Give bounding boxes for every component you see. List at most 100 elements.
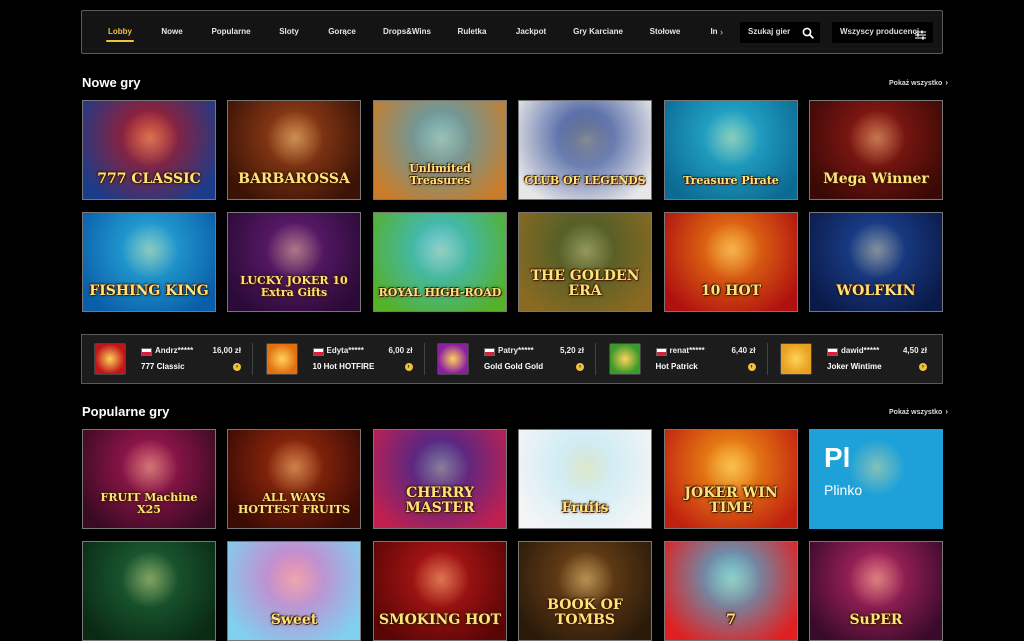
game-art xyxy=(265,223,325,278)
game-art xyxy=(556,440,616,495)
game-tile[interactable]: SMOKING HOT xyxy=(373,541,507,641)
nav-tabs: Lobby Nowe Popularne Sloty Gorące Drops&… xyxy=(82,11,732,53)
game-tile[interactable]: 10 HOT xyxy=(664,212,798,312)
game-art xyxy=(702,223,762,278)
game-name: ROYAL HIGH-ROAD xyxy=(378,286,502,299)
show-all-label: Pokaż wszystko xyxy=(889,80,943,87)
game-tile[interactable] xyxy=(82,541,216,641)
tab-more-truncated[interactable]: In xyxy=(710,11,717,53)
poland-flag-icon xyxy=(655,348,667,356)
win-item[interactable]: Patry***** 5,20 zł Gold Gold Gold › xyxy=(425,335,596,383)
filter-sliders-icon xyxy=(915,27,926,45)
game-name: WOLFKIN xyxy=(836,283,916,299)
game-tile[interactable]: FISHING KING xyxy=(82,212,216,312)
game-tile[interactable]: FRUIT Machine X25 xyxy=(82,429,216,529)
game-tile[interactable]: CLUB OF LEGENDS xyxy=(518,100,652,200)
winner-username: Edyta***** xyxy=(326,346,364,355)
game-art xyxy=(411,223,471,278)
search-placeholder: Szukaj gier xyxy=(748,27,791,36)
game-tile[interactable]: SuPER xyxy=(809,541,943,641)
game-tile[interactable]: JOKER WIN TIME xyxy=(664,429,798,529)
win-game-name: Joker Wintime xyxy=(827,362,882,371)
game-art xyxy=(847,111,907,166)
game-name: JOKER WIN TIME xyxy=(684,485,778,516)
tab-sloty[interactable]: Sloty xyxy=(279,11,299,53)
top-nav: Lobby Nowe Popularne Sloty Gorące Drops&… xyxy=(81,10,943,54)
game-tile[interactable]: BARBAROSSA xyxy=(227,100,361,200)
chevron-right-icon[interactable]: › xyxy=(919,363,927,371)
tab-stolowe[interactable]: Stołowe xyxy=(650,11,681,53)
tab-gorace[interactable]: Gorące xyxy=(328,11,356,53)
game-tile[interactable]: Unlimited Treasures xyxy=(373,100,507,200)
poland-flag-icon xyxy=(827,348,838,356)
chevron-right-icon: › xyxy=(945,407,948,416)
win-item[interactable]: Edyta***** 6,00 zł 10 Hot HOTFIRE › xyxy=(254,335,425,383)
win-item[interactable]: Andrz***** 16,00 zł 777 Classic › xyxy=(82,335,253,383)
game-logo-text: Pl xyxy=(824,442,851,473)
game-art xyxy=(265,440,325,495)
win-item[interactable]: renat***** 6,40 zł Hot Patrick › xyxy=(597,335,768,383)
game-tile[interactable]: Treasure Pirate xyxy=(664,100,798,200)
tab-popularne[interactable]: Popularne xyxy=(211,11,250,53)
game-name: BOOK OF TOMBS xyxy=(547,597,623,628)
win-amount: 6,40 zł xyxy=(731,346,756,355)
search-input[interactable]: Szukaj gier xyxy=(740,22,820,43)
game-tile[interactable]: ALL WAYS HOTTEST FRUITS xyxy=(227,429,361,529)
show-all-label: Pokaż wszystko xyxy=(889,409,943,416)
game-tile[interactable]: THE GOLDEN ERA xyxy=(518,212,652,312)
poland-flag-icon xyxy=(141,348,152,356)
new-games-show-all-link[interactable]: Pokaż wszystko › xyxy=(889,78,948,87)
win-amount: 4,50 zł xyxy=(902,346,927,355)
game-name: Plinko xyxy=(824,482,863,498)
game-tile[interactable]: Sweet xyxy=(227,541,361,641)
popular-games-show-all-link[interactable]: Pokaż wszystko › xyxy=(889,407,948,416)
game-tile[interactable]: Fruits xyxy=(518,429,652,529)
win-item[interactable]: dawid***** 4,50 zł Joker Wintime › xyxy=(768,335,939,383)
game-art xyxy=(265,552,325,607)
game-name: THE GOLDEN ERA xyxy=(530,268,640,299)
tab-nowe[interactable]: Nowe xyxy=(161,11,182,53)
game-tile[interactable]: LUCKY JOKER 10 Extra Gifts xyxy=(227,212,361,312)
game-tile[interactable]: Mega Winner xyxy=(809,100,943,200)
game-thumbnail xyxy=(94,343,126,375)
game-name: Treasure Pirate xyxy=(683,174,779,187)
game-art xyxy=(702,552,762,607)
poland-flag-icon xyxy=(484,348,495,356)
tab-lobby[interactable]: Lobby xyxy=(106,11,134,53)
providers-label: Wszyscy producenci xyxy=(840,27,920,36)
win-game-name: 777 Classic xyxy=(141,362,185,371)
game-art xyxy=(120,223,180,278)
chevron-right-icon[interactable]: › xyxy=(404,363,413,371)
game-tile[interactable]: BOOK OF TOMBS xyxy=(518,541,652,641)
game-tile[interactable]: WOLFKIN xyxy=(809,212,943,312)
game-art xyxy=(556,111,616,166)
search-icon[interactable] xyxy=(802,26,814,44)
chevron-right-icon[interactable]: › xyxy=(720,11,723,53)
game-thumbnail xyxy=(780,343,812,375)
game-name: BARBAROSSA xyxy=(238,171,350,187)
tab-jackpot[interactable]: Jackpot xyxy=(516,11,546,53)
chevron-right-icon[interactable]: › xyxy=(233,363,241,371)
game-name: 10 HOT xyxy=(700,283,762,299)
game-name: 7 xyxy=(726,612,736,628)
winner-username: dawid***** xyxy=(841,346,880,355)
new-games-title: Nowe gry xyxy=(82,75,141,90)
game-art xyxy=(411,111,471,166)
game-name: FRUIT Machine X25 xyxy=(100,491,198,516)
game-tile[interactable]: CHERRY MASTER xyxy=(373,429,507,529)
win-game-name: Gold Gold Gold xyxy=(484,362,544,371)
tab-drops-wins[interactable]: Drops&Wins xyxy=(383,11,431,53)
game-art xyxy=(120,552,180,607)
tab-gry-karciane[interactable]: Gry Karciane xyxy=(573,11,623,53)
chevron-right-icon[interactable]: › xyxy=(576,363,584,371)
game-art xyxy=(847,552,907,607)
game-tile[interactable]: ROYAL HIGH-ROAD xyxy=(373,212,507,312)
tab-ruletka[interactable]: Ruletka xyxy=(458,11,487,53)
game-tile[interactable]: 777 CLASSIC xyxy=(82,100,216,200)
game-art xyxy=(265,111,325,166)
game-tile[interactable]: 7 xyxy=(664,541,798,641)
win-amount: 5,20 zł xyxy=(559,346,584,355)
chevron-right-icon[interactable]: › xyxy=(747,363,756,371)
providers-filter-button[interactable]: Wszyscy producenci xyxy=(832,22,933,43)
game-tile[interactable]: Pl Plinko xyxy=(809,429,943,529)
